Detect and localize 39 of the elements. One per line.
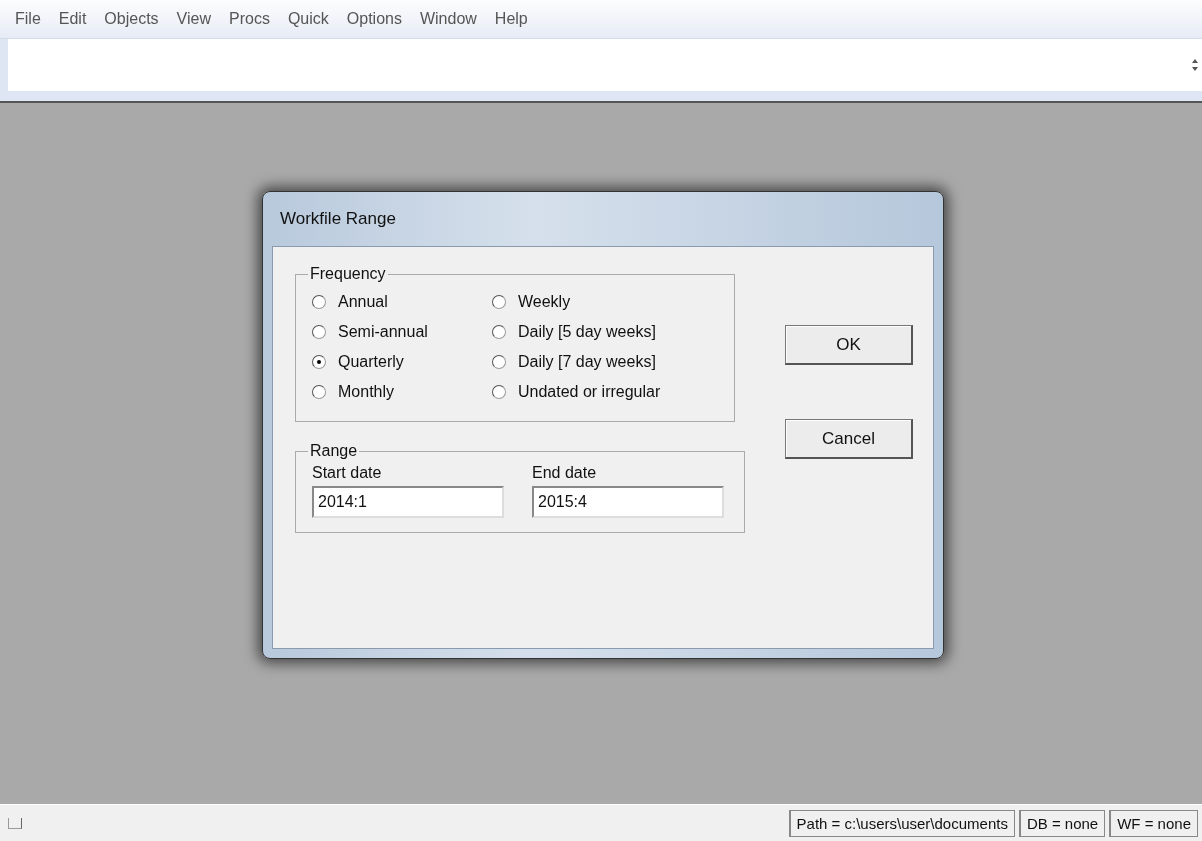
wf-status: WF = none [1109,809,1198,837]
radio-button[interactable] [492,355,506,369]
menu-item[interactable]: Options [337,10,411,28]
option-label: Semi-annual [338,323,428,341]
field-label: Start date [312,464,383,482]
date-field[interactable]: 2015:4 [532,486,724,518]
option-label: Daily [7 day weeks] [518,353,656,371]
option-label: Daily [5 day weeks] [518,323,656,341]
group-label: Range [309,442,359,460]
option-label: Annual [338,293,388,311]
option-label: Weekly [518,293,571,311]
date-field[interactable]: 2014:1 [312,486,504,518]
radio-button[interactable] [312,295,326,309]
radio-button[interactable] [492,295,506,309]
path-status: Path = c:\users\user\documents [788,809,1015,837]
radio-button[interactable] [312,325,326,339]
checkbox-icon [8,817,22,829]
radio-button[interactable] [312,355,326,369]
radio-button[interactable] [312,385,326,399]
menu-item[interactable]: Objects [95,10,168,28]
menu-item[interactable]: Window [410,10,486,28]
command-field[interactable] [8,39,1202,91]
group-label: Frequency [309,265,387,283]
db-status: DB = none [1018,809,1106,837]
menu-item[interactable]: View [167,10,220,28]
menu-item[interactable]: Edit [49,10,96,28]
menu-item[interactable]: File [6,10,50,28]
option-label: Quarterly [338,353,404,371]
menu-item[interactable]: Quick [278,10,338,28]
window-title: Workfile Range [279,208,397,230]
ok-button[interactable]: OK [785,325,913,365]
menu-item[interactable]: Help [485,10,537,28]
option-label: Monthly [338,383,395,401]
option-label: Undated or irregular [518,383,661,401]
field-label: End date [532,464,598,482]
radio-button[interactable] [492,325,506,339]
menu-item[interactable]: Procs [220,10,279,28]
cancel-button[interactable]: Cancel [785,419,913,459]
radio-button[interactable] [492,385,506,399]
